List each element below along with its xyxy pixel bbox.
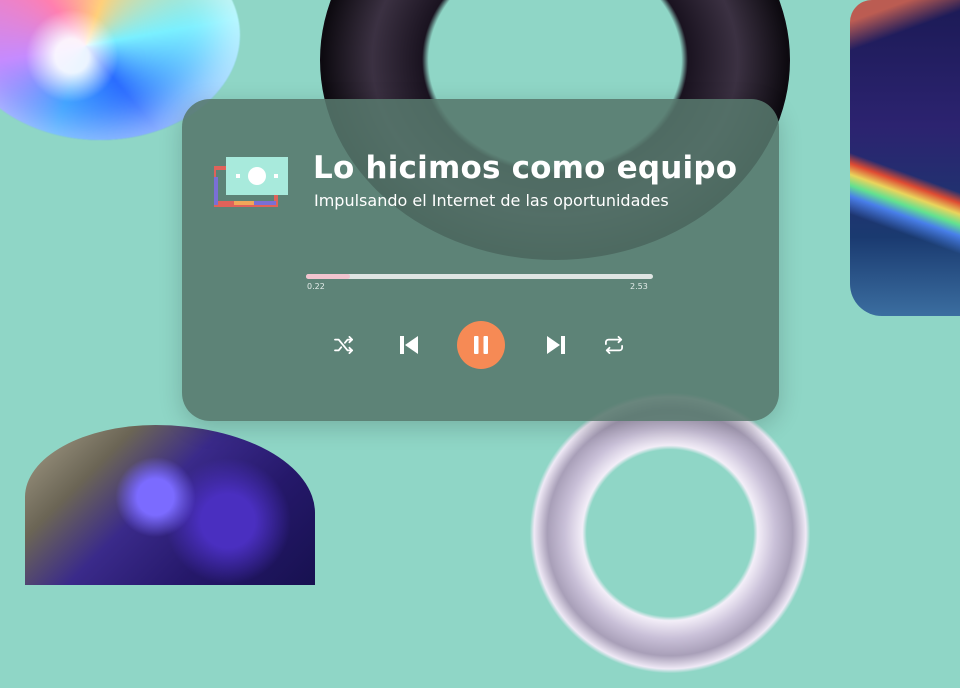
previous-button[interactable] [398,334,420,356]
next-button[interactable] [545,334,567,356]
crystal-decoration [850,0,960,316]
shuffle-button[interactable] [332,335,356,355]
track-subtitle: Impulsando el Internet de las oportunida… [314,191,669,210]
cash-stack-icon [214,157,288,207]
pause-icon [474,336,488,354]
silver-torus-decoration [515,378,825,688]
repeat-button[interactable] [602,335,626,355]
amethyst-decoration [25,425,315,585]
current-time: 0.22 [307,282,325,291]
skip-previous-icon [400,336,418,354]
progress-fill [306,274,351,279]
repeat-icon [605,336,623,354]
music-player-card: Lo hicimos como equipo Impulsando el Int… [182,99,779,421]
skip-next-icon [547,336,565,354]
shuffle-icon [334,336,353,354]
track-title: Lo hicimos como equipo [313,150,738,186]
total-time: 2.53 [630,282,648,291]
pause-button[interactable] [457,321,505,369]
progress-bar[interactable] [306,274,653,279]
